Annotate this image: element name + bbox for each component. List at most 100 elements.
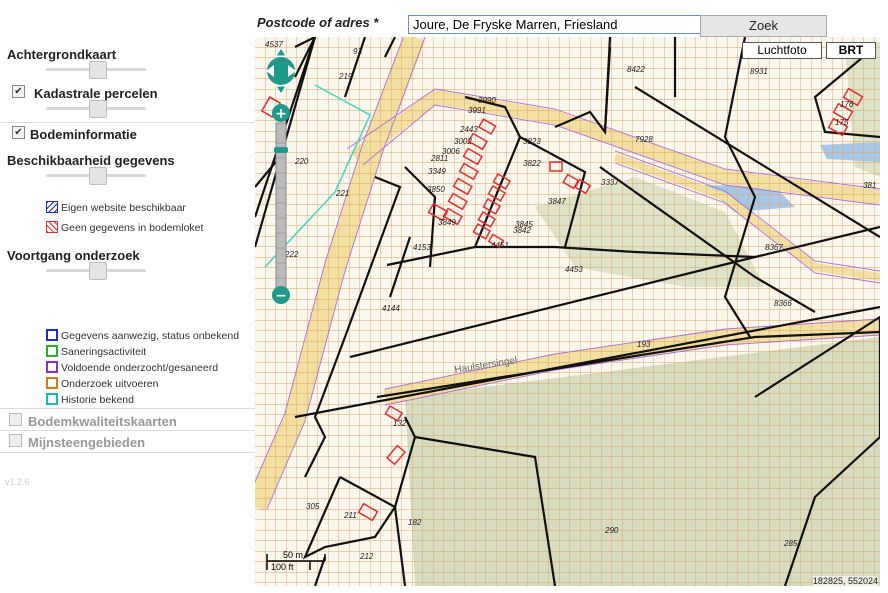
minus-icon: − xyxy=(275,288,287,304)
kadastrale-percelen-checkbox[interactable]: ✔ xyxy=(12,85,25,98)
voortgang-slider[interactable] xyxy=(46,262,146,280)
legend-item: Eigen website beschikbaar xyxy=(46,201,186,214)
achtergrondkaart-title: Achtergrondkaart xyxy=(7,47,117,62)
achtergrondkaart-slider[interactable] xyxy=(46,61,146,79)
parcel-label: 305 xyxy=(306,502,320,511)
parcel-label: 212 xyxy=(359,552,374,561)
parcel-label: 175 xyxy=(835,118,849,127)
beschikbaarheid-title: Beschikbaarheid gegevens xyxy=(7,153,175,168)
legend-item: Saneringsactiviteit xyxy=(46,345,146,358)
legend-label: Geen gegevens in bodemloket xyxy=(61,222,204,234)
slider-handle[interactable] xyxy=(89,61,107,79)
slider-handle[interactable] xyxy=(89,167,107,185)
parcel-label: 3823 xyxy=(523,137,541,146)
scale-label-m: 50 m xyxy=(283,550,304,560)
parcel-label: 93 xyxy=(353,47,362,56)
scale-bar: 50 m 100 ft xyxy=(265,550,327,572)
brt-button[interactable]: BRT xyxy=(826,42,876,59)
pan-up-icon[interactable] xyxy=(275,47,287,57)
slider-handle[interactable] xyxy=(89,100,107,118)
parcel-label: 3849 xyxy=(438,218,456,227)
parcel-label: 285 xyxy=(783,539,798,548)
parcel-label: 8366 xyxy=(774,299,792,308)
divider xyxy=(0,122,256,123)
plus-icon: + xyxy=(275,106,287,122)
legend-item: Gegevens aanwezig, status onbekend xyxy=(46,329,239,342)
legend-item: Geen gegevens in bodemloket xyxy=(46,221,203,234)
pan-down-icon[interactable] xyxy=(275,85,287,95)
legend-swatch xyxy=(46,345,58,357)
parcel-label: 219 xyxy=(338,72,353,81)
legend-label: Historie bekend xyxy=(61,394,134,406)
parcel-label: 3822 xyxy=(523,159,541,168)
legend-swatch xyxy=(46,393,58,405)
luchtfoto-button[interactable]: Luchtfoto xyxy=(742,42,822,59)
parcel-label: 4144 xyxy=(382,304,400,313)
slider-handle[interactable] xyxy=(89,262,107,280)
parcel-label: 2443 xyxy=(459,125,478,134)
search-label: Postcode of adres * xyxy=(257,15,379,30)
legend-label: Eigen website beschikbaar xyxy=(61,202,186,214)
legend-swatch xyxy=(46,377,58,389)
parcel-label: 7928 xyxy=(635,135,653,144)
parcel-label: 176 xyxy=(840,100,854,109)
legend-item: Onderzoek uitvoeren xyxy=(46,377,158,390)
parcel-label: 4451 xyxy=(491,241,509,250)
legend-swatch xyxy=(46,221,58,233)
divider xyxy=(0,430,256,431)
parcel-label: 182 xyxy=(408,518,422,527)
parcel-label: 8367 xyxy=(765,243,783,252)
bodeminformatie-title: Bodeminformatie xyxy=(30,127,137,142)
legend-label: Gegevens aanwezig, status onbekend xyxy=(61,330,240,342)
parcel-label: 3850 xyxy=(427,185,445,194)
layer-panel: Achtergrondkaart ✔ Kadastrale percelen ✔… xyxy=(0,0,256,593)
map-view[interactable]: 4537 93 219 220 221 222 8422 8931 7928 3… xyxy=(255,37,880,586)
parcel-label: 3991 xyxy=(468,106,486,115)
parcel-label: 3002 xyxy=(454,137,472,146)
parcel-label: 4153 xyxy=(413,243,431,252)
coordinate-readout: 182825, 552024 xyxy=(812,576,878,586)
map-canvas[interactable]: 4537 93 219 220 221 222 8422 8931 7928 3… xyxy=(255,37,880,586)
parcel-label: 381 xyxy=(863,181,876,190)
bodeminformatie-checkbox[interactable]: ✔ xyxy=(12,126,25,139)
kadastrale-percelen-title: Kadastrale percelen xyxy=(34,86,158,101)
parcel-label: 221 xyxy=(335,189,349,198)
beschikbaarheid-slider[interactable] xyxy=(46,167,146,185)
zoom-control: + − xyxy=(266,43,298,313)
legend-label: Onderzoek uitvoeren xyxy=(61,378,159,390)
parcel-label: 193 xyxy=(637,340,651,349)
zoek-button[interactable]: Zoek xyxy=(700,15,827,37)
pan-control[interactable] xyxy=(266,47,296,95)
legend-swatch xyxy=(46,361,58,373)
parcel-label: 8422 xyxy=(627,65,645,74)
search-input[interactable] xyxy=(408,15,702,34)
parcel-label: 3842 xyxy=(513,226,531,235)
parcel-label: 3990 xyxy=(478,96,496,105)
mijnsteengebieden-title: Mijnsteengebieden xyxy=(28,435,146,450)
legend-swatch xyxy=(46,201,58,213)
parcel-label: 290 xyxy=(604,526,619,535)
parcel-label: 3847 xyxy=(548,197,566,206)
bodemkwaliteitskaarten-checkbox[interactable] xyxy=(9,413,22,426)
legend-label: Voldoende onderzocht/gesaneerd xyxy=(61,362,219,374)
scale-label-ft: 100 ft xyxy=(271,562,294,572)
zoom-slider-handle[interactable] xyxy=(274,147,288,153)
legend-label: Saneringsactiviteit xyxy=(61,346,147,358)
mijnsteengebieden-checkbox[interactable] xyxy=(9,434,22,447)
parcel-label: 2811 xyxy=(430,154,448,163)
parcel-label: 3349 xyxy=(428,167,446,176)
divider xyxy=(0,452,256,453)
parcel-label: 3337 xyxy=(601,178,619,187)
legend-swatch xyxy=(46,329,58,341)
kadastrale-percelen-slider[interactable] xyxy=(46,100,146,118)
grid-overlay xyxy=(255,37,880,586)
parcel-label: 8931 xyxy=(750,67,768,76)
version-label: v1.2.6 xyxy=(5,477,30,487)
parcel-label: 132 xyxy=(393,419,407,428)
bodemkwaliteitskaarten-title: Bodemkwaliteitskaarten xyxy=(28,414,177,429)
parcel-label: 211 xyxy=(343,511,357,520)
voortgang-title: Voortgang onderzoek xyxy=(7,248,140,263)
divider xyxy=(0,408,256,409)
legend-item: Historie bekend xyxy=(46,393,134,406)
legend-item: Voldoende onderzocht/gesaneerd xyxy=(46,361,218,374)
